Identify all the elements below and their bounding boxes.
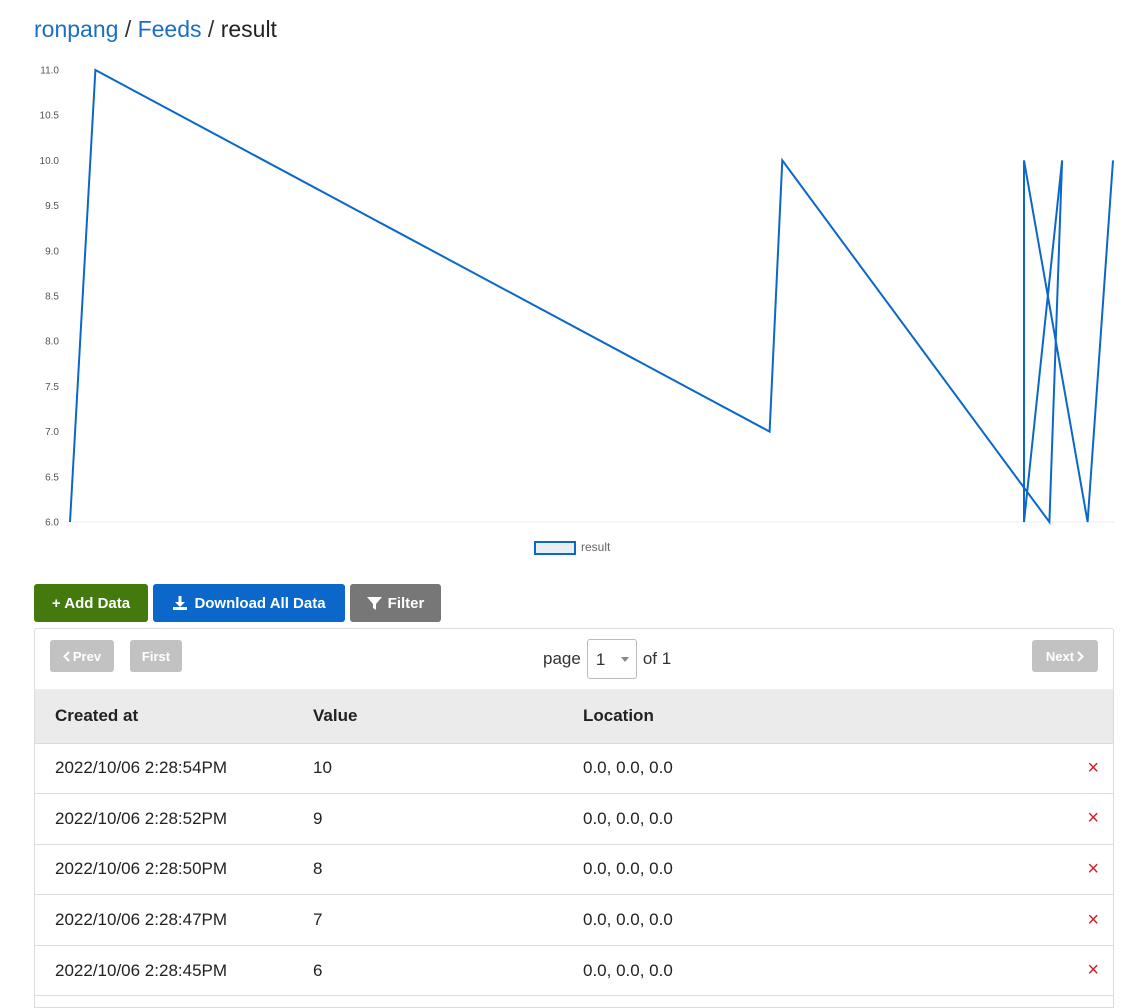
download-all-data-label: Download All Data (194, 594, 326, 612)
breadcrumb-separator: / (207, 16, 215, 42)
delete-icon[interactable]: × (1053, 743, 1113, 795)
download-all-data-button[interactable]: Download All Data (153, 584, 345, 622)
y-tick-label: 8.0 (45, 337, 59, 348)
cell-value: 8 (293, 844, 563, 896)
page-control: page 1 of 1 (543, 639, 671, 679)
column-header-actions (1053, 689, 1113, 744)
add-data-button[interactable]: + Add Data (34, 584, 148, 622)
y-tick-label: 9.0 (45, 246, 59, 257)
add-data-label: + Add Data (51, 594, 131, 612)
cell-created-at: 2022/10/06 2:28:45PM (35, 945, 293, 997)
chart-legend[interactable]: result (534, 540, 611, 555)
breadcrumb-feeds-link[interactable]: Feeds (138, 16, 202, 42)
page-select-value: 1 (595, 650, 606, 669)
cell-location: 0.0, 0.0, 0.0 (563, 793, 1053, 845)
table-row: 2022/10/06 2:28:52PM 9 0.0, 0.0, 0.0 × (35, 793, 1113, 845)
first-button[interactable]: First (130, 640, 182, 672)
prev-button[interactable]: Prev (50, 640, 114, 672)
feed-toolbar: + Add Data Download All Data Filter (34, 584, 441, 622)
delete-icon[interactable]: × (1053, 945, 1113, 997)
breadcrumb-separator: / (124, 16, 132, 42)
cell-value: 6 (293, 945, 563, 997)
delete-icon[interactable]: × (1053, 894, 1113, 946)
y-tick-label: 10.0 (40, 156, 60, 167)
page-count-label: of 1 (642, 649, 672, 668)
first-label: First (141, 648, 171, 664)
table-row: 2022/10/06 2:28:50PM 8 0.0, 0.0, 0.0 × (35, 844, 1113, 896)
chevron-right-icon (1077, 650, 1085, 662)
cell-value: 9 (293, 793, 563, 845)
feed-chart: 6.0 6.5 7.0 7.5 8.0 8.5 9.0 9.5 10.0 10.5 11.0 res… (40, 66, 1114, 555)
delete-icon[interactable]: × (1053, 793, 1113, 845)
cell-value: 7 (293, 894, 563, 946)
legend-swatch (534, 541, 576, 555)
y-tick-label: 9.5 (45, 201, 59, 212)
y-tick-label: 11.0 (40, 66, 59, 77)
cell-created-at: 2022/10/06 2:28:47PM (35, 894, 293, 946)
table-row: 2022/10/06 2:28:47PM 7 0.0, 0.0, 0.0 × (35, 894, 1113, 946)
breadcrumb-user-link[interactable]: ronpang (34, 16, 118, 42)
legend-label: result (581, 540, 611, 554)
y-axis: 6.0 6.5 7.0 7.5 8.0 8.5 9.0 9.5 10.0 10.5 11.0 (40, 66, 60, 529)
filter-button[interactable]: Filter (350, 584, 441, 622)
data-table: Created at Value Location 2022/10/06 2:2… (35, 689, 1113, 997)
y-tick-label: 8.5 (45, 292, 59, 303)
page-label: page (543, 649, 581, 668)
cell-created-at: 2022/10/06 2:28:50PM (35, 844, 293, 896)
table-header-row: Created at Value Location (35, 689, 1113, 744)
table-row: 2022/10/06 2:28:54PM 10 0.0, 0.0, 0.0 × (35, 743, 1113, 795)
y-tick-label: 6.5 (45, 472, 59, 483)
filter-icon (366, 596, 382, 610)
chevron-left-icon (62, 650, 70, 662)
cell-created-at: 2022/10/06 2:28:54PM (35, 743, 293, 795)
cell-value: 10 (293, 743, 563, 795)
download-icon (173, 596, 188, 610)
cell-location: 0.0, 0.0, 0.0 (563, 894, 1053, 946)
pagination: Prev First page 1 of 1 Next (35, 629, 1113, 689)
prev-label: Prev (72, 648, 102, 664)
next-button[interactable]: Next (1032, 640, 1098, 672)
cell-location: 0.0, 0.0, 0.0 (563, 743, 1053, 795)
column-header-location[interactable]: Location (563, 689, 1053, 744)
column-header-value[interactable]: Value (293, 689, 563, 744)
y-tick-label: 10.5 (40, 111, 60, 122)
table-row: 2022/10/06 2:28:45PM 6 0.0, 0.0, 0.0 × (35, 945, 1113, 997)
series-line-result (69, 68, 1114, 525)
y-tick-label: 7.5 (45, 382, 59, 393)
y-tick-label: 6.0 (45, 518, 59, 529)
page-select[interactable]: 1 (586, 639, 637, 679)
breadcrumb: ronpang / Feeds / result (34, 14, 277, 44)
cell-location: 0.0, 0.0, 0.0 (563, 945, 1053, 997)
breadcrumb-current: result (220, 16, 277, 42)
delete-icon[interactable]: × (1053, 844, 1113, 896)
cell-created-at: 2022/10/06 2:28:52PM (35, 793, 293, 845)
caret-down-icon (620, 657, 629, 662)
y-tick-label: 7.0 (45, 427, 59, 438)
data-table-panel: Prev First page 1 of 1 Next Created at V… (34, 628, 1114, 1008)
cell-location: 0.0, 0.0, 0.0 (563, 844, 1053, 896)
column-header-created-at[interactable]: Created at (35, 689, 293, 744)
next-label: Next (1045, 648, 1075, 664)
filter-label: Filter (387, 594, 425, 612)
